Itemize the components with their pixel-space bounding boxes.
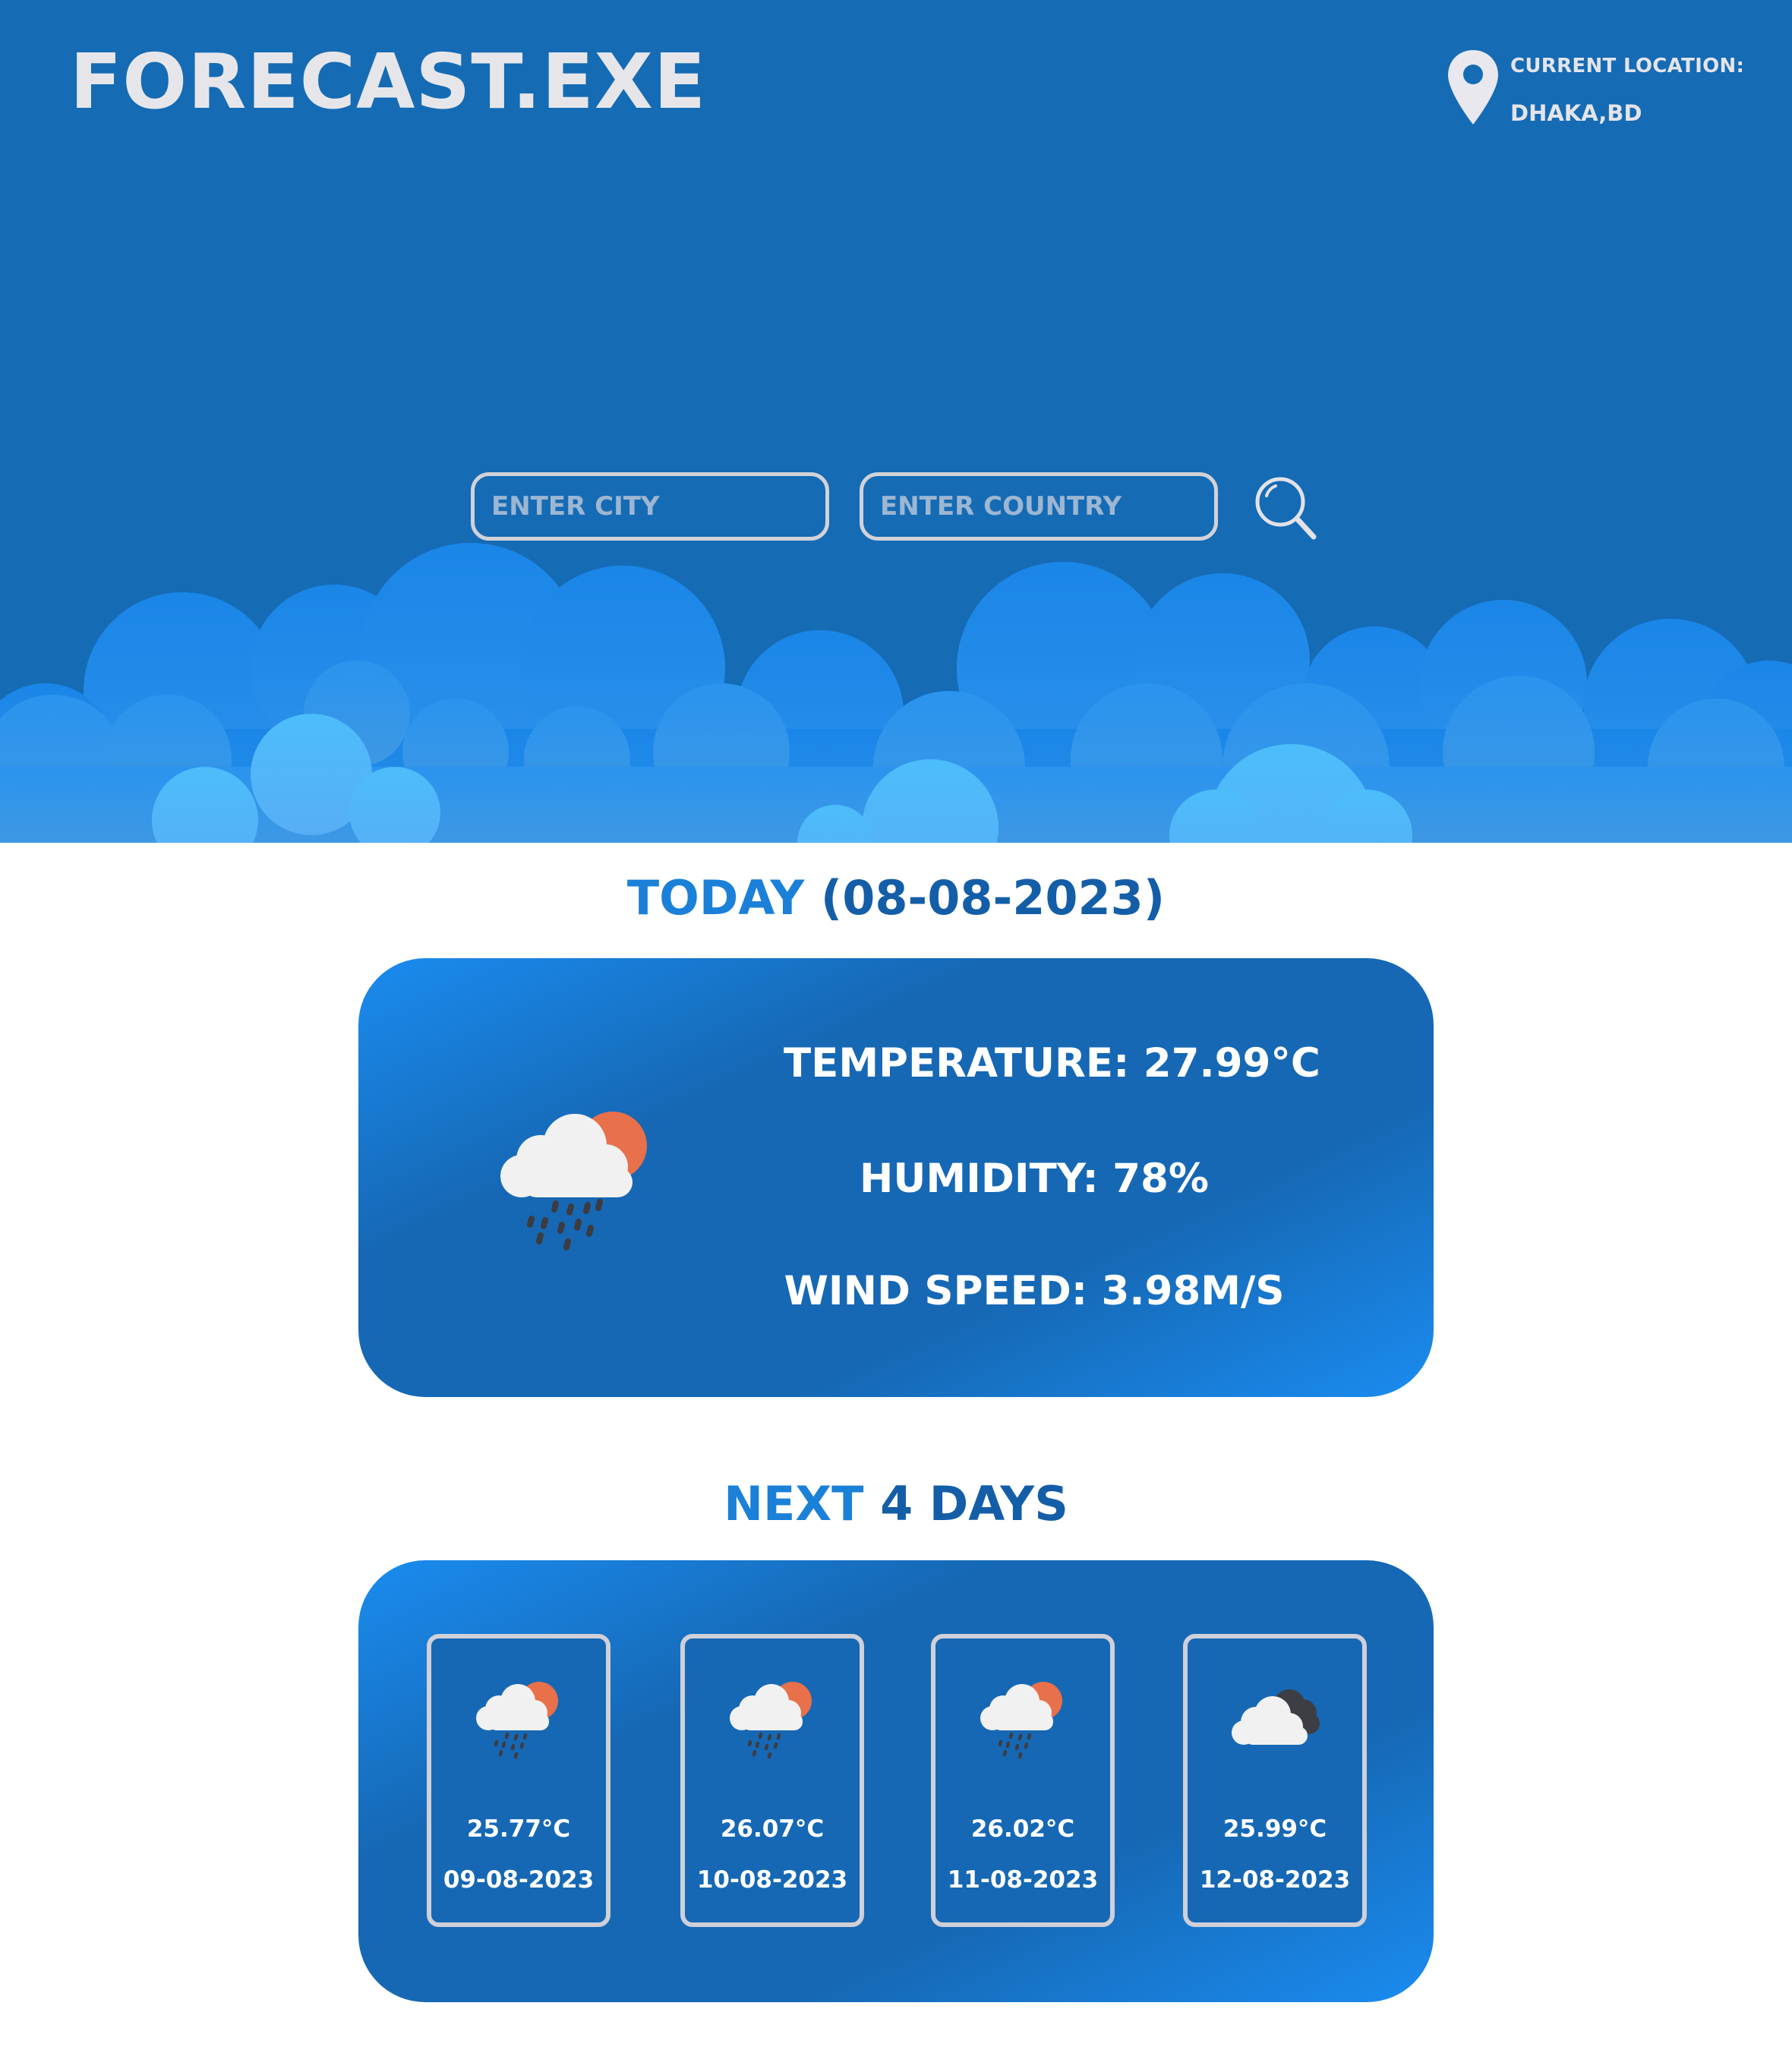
forecast-day-date: 11-08-2023 [947, 1866, 1099, 1894]
search-icon [1255, 477, 1317, 540]
rain-sun-icon [476, 1682, 558, 1759]
forecast-day-card: 25.77°C 09-08-2023 [427, 1634, 610, 1927]
wind-speed-value: WIND SPEED: 3.98M/S [784, 1268, 1285, 1314]
city-input[interactable] [471, 472, 829, 541]
app-title: FORECAST.EXE [70, 37, 707, 126]
search-button[interactable] [1253, 475, 1317, 541]
next-days-heading-word: NEXT [724, 1476, 864, 1531]
cloudy-icon [1232, 1689, 1320, 1745]
today-heading-date: (08-08-2023) [820, 870, 1166, 926]
location-value: DHAKA,BD [1510, 100, 1642, 126]
forecast-day-card: 26.02°C 11-08-2023 [931, 1634, 1115, 1927]
forecast-day-temp: 25.77°C [466, 1815, 571, 1843]
today-card: TEMPERATURE: 27.99°C HUMIDITY: 78% WIND … [358, 958, 1434, 1397]
country-input[interactable] [860, 472, 1218, 541]
current-location: CURRENT LOCATION: DHAKA,BD [1447, 49, 1781, 132]
forecast-day-temp: 25.99°C [1223, 1815, 1327, 1843]
humidity-value: HUMIDITY: 78% [860, 1156, 1209, 1202]
location-pin-icon [1448, 50, 1498, 125]
forecast-day-temp: 26.02°C [970, 1815, 1075, 1843]
forecast-day-date: 12-08-2023 [1199, 1866, 1351, 1894]
forecast-day-date: 10-08-2023 [696, 1866, 848, 1894]
next-days-heading: NEXT 4 DAYS [0, 1481, 1792, 1528]
rain-sun-icon [500, 1112, 647, 1250]
hero-banner: FORECAST.EXE CURRENT LOCATION: DHAKA,BD [0, 0, 1792, 843]
rain-sun-icon [730, 1682, 812, 1759]
forecast-day-card: 25.99°C 12-08-2023 [1183, 1634, 1367, 1927]
today-heading: TODAY (08-08-2023) [0, 875, 1792, 922]
next-days-heading-rest: 4 DAYS [880, 1476, 1068, 1531]
forecast-day-card: 26.07°C 10-08-2023 [680, 1634, 864, 1927]
forecast-day-date: 09-08-2023 [443, 1866, 595, 1894]
rain-sun-icon [980, 1682, 1062, 1759]
location-label: CURRENT LOCATION: [1510, 55, 1745, 77]
temperature-value: TEMPERATURE: 27.99°C [784, 1040, 1320, 1086]
today-heading-word: TODAY [626, 870, 805, 926]
forecast-card: 25.77°C 09-08-2023 26.07°C 10-08-2023 26… [358, 1560, 1434, 2002]
forecast-day-temp: 26.07°C [720, 1815, 825, 1843]
